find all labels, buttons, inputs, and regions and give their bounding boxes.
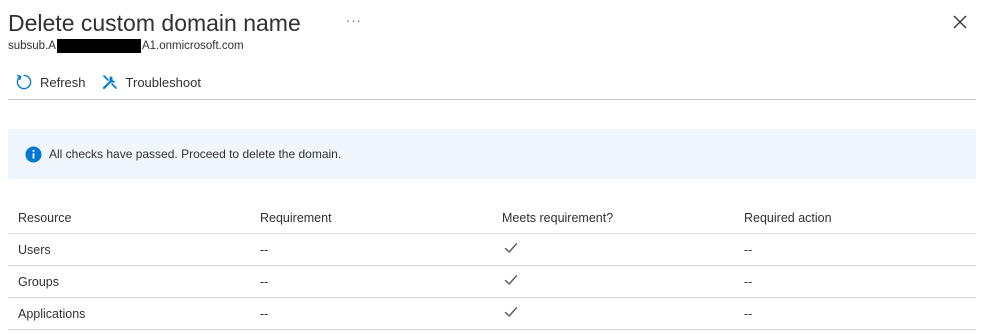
table-row: Groups -- -- — [8, 266, 976, 298]
info-icon — [24, 145, 42, 163]
refresh-button[interactable]: Refresh — [8, 66, 92, 98]
domain-subtitle-suffix: A1.onmicrosoft.com — [141, 40, 244, 52]
meets-requirement-cell — [492, 274, 734, 289]
table-row: Applications -- -- — [8, 298, 976, 330]
info-message-bar: All checks have passed. Proceed to delet… — [8, 129, 976, 179]
column-header-resource: Resource — [18, 210, 72, 225]
column-header-meets-requirement: Meets requirement? — [502, 210, 614, 225]
info-message: All checks have passed. Proceed to delet… — [49, 147, 342, 161]
domain-subtitle-prefix: subsub.A — [8, 40, 56, 52]
close-button[interactable] — [950, 12, 970, 32]
resource-cell: Applications — [18, 306, 86, 321]
meets-requirement-cell — [492, 306, 734, 321]
domain-subtitle: subsub.A A1.onmicrosoft.com — [8, 39, 244, 53]
toolbar-divider — [8, 99, 976, 100]
close-icon — [953, 15, 967, 29]
meets-requirement-cell — [492, 242, 734, 257]
required-action-cell: -- — [744, 274, 753, 289]
requirement-cell: -- — [260, 274, 269, 289]
requirements-table: Resource Requirement Meets requirement? … — [8, 202, 976, 330]
refresh-label: Refresh — [40, 74, 86, 90]
requirement-cell: -- — [260, 306, 269, 321]
resource-cell: Groups — [18, 274, 59, 289]
toolbar: Refresh Troubleshoot — [8, 66, 207, 98]
wrench-icon — [100, 72, 120, 92]
checkmark-icon — [504, 243, 518, 253]
checkmark-icon — [504, 307, 518, 317]
troubleshoot-label: Troubleshoot — [125, 74, 201, 90]
refresh-icon — [14, 72, 34, 92]
more-options-button[interactable]: ··· — [344, 12, 364, 32]
page-title: Delete custom domain name — [8, 10, 301, 36]
required-action-cell: -- — [744, 306, 753, 321]
resource-cell: Users — [18, 242, 51, 257]
table-row: Users -- -- — [8, 234, 976, 266]
table-header-row: Resource Requirement Meets requirement? … — [8, 202, 976, 234]
redaction-block — [56, 39, 141, 53]
required-action-cell: -- — [744, 242, 753, 257]
column-header-required-action: Required action — [744, 210, 832, 225]
troubleshoot-button[interactable]: Troubleshoot — [94, 66, 207, 98]
requirement-cell: -- — [260, 242, 269, 257]
checkmark-icon — [504, 275, 518, 285]
column-header-requirement: Requirement — [260, 210, 332, 225]
